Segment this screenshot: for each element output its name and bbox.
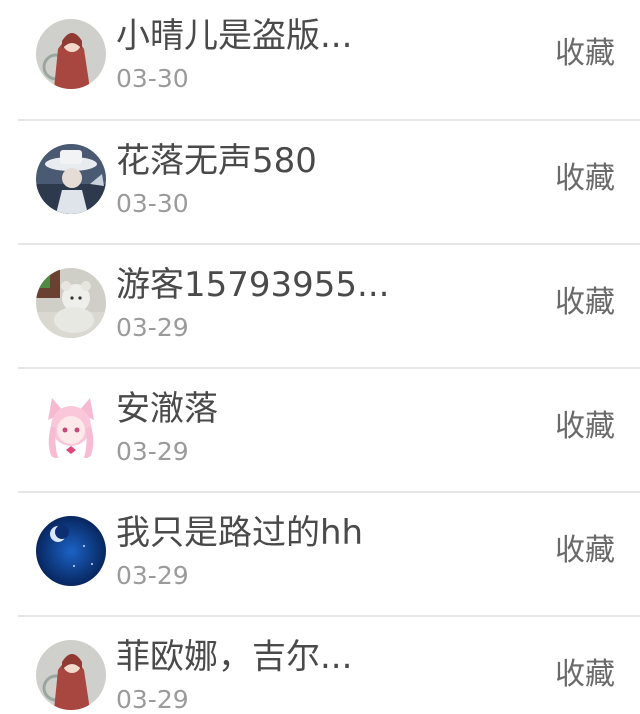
user-name: 花落无声580: [116, 141, 317, 181]
user-list: 小晴儿是盗版... 03-30 收藏 花落无声580 03-30 收藏 游客15…: [0, 0, 640, 714]
hat-gentleman-avatar-icon[interactable]: [36, 144, 106, 214]
date-label: 03-29: [116, 313, 189, 342]
favorite-button[interactable]: 收藏: [555, 159, 615, 199]
favorite-button[interactable]: 收藏: [555, 283, 615, 323]
favorite-button[interactable]: 收藏: [555, 34, 615, 74]
date-label: 03-29: [116, 437, 189, 466]
user-name: 小晴儿是盗版...: [116, 16, 353, 56]
list-item[interactable]: 安澈落 03-29 收藏: [0, 369, 640, 493]
user-name: 游客15793955...: [116, 265, 390, 305]
list-item[interactable]: 我只是路过的hh 03-29 收藏: [0, 493, 640, 617]
list-item[interactable]: 花落无声580 03-30 收藏: [0, 121, 640, 245]
redhood-girl-avatar-icon[interactable]: [36, 19, 106, 89]
date-label: 03-30: [116, 189, 189, 218]
date-label: 03-30: [116, 64, 189, 93]
user-name: 安澈落: [116, 389, 218, 429]
pink-catgirl-avatar-icon[interactable]: [36, 392, 106, 462]
favorite-button[interactable]: 收藏: [555, 531, 615, 571]
favorite-button[interactable]: 收藏: [555, 655, 615, 695]
list-item[interactable]: 菲欧娜，吉尔... 03-29 收藏: [0, 617, 640, 714]
date-label: 03-29: [116, 685, 189, 714]
list-item[interactable]: 游客15793955... 03-29 收藏: [0, 245, 640, 369]
night-sky-avatar-icon[interactable]: [36, 516, 106, 586]
favorite-button[interactable]: 收藏: [555, 407, 615, 447]
list-item[interactable]: 小晴儿是盗版... 03-30 收藏: [0, 0, 640, 120]
user-name: 菲欧娜，吉尔...: [116, 637, 353, 677]
date-label: 03-29: [116, 561, 189, 590]
redhood-girl-avatar-icon[interactable]: [36, 640, 106, 710]
user-name: 我只是路过的hh: [116, 513, 364, 553]
teddy-bear-avatar-icon[interactable]: [36, 268, 106, 338]
